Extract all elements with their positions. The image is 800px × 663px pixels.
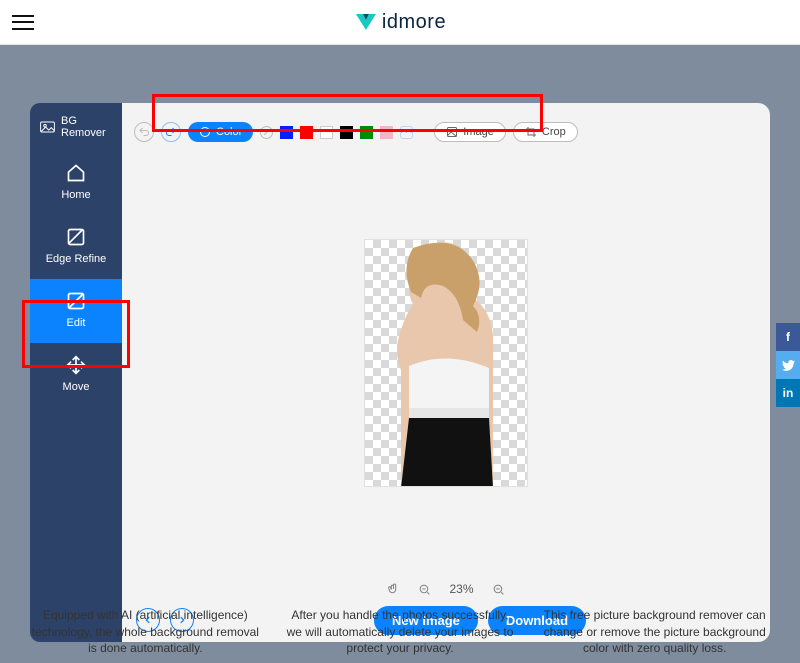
brand-text: idmore — [382, 11, 446, 34]
logo-mark-icon — [354, 12, 378, 32]
image-bg-button[interactable]: Image — [434, 122, 506, 142]
swatch-white[interactable] — [320, 126, 333, 139]
share-linkedin-button[interactable]: in — [776, 379, 800, 407]
social-share-column: f in — [776, 323, 800, 407]
image-bg-label: Image — [463, 126, 494, 138]
zoom-bar: 23% — [122, 579, 770, 599]
sidebar-title: BG Remover — [61, 115, 114, 139]
pan-hand-icon[interactable] — [387, 583, 400, 596]
color-button-label: Color — [216, 126, 242, 138]
swatch-green[interactable] — [360, 126, 373, 139]
redo-button[interactable] — [161, 122, 181, 142]
footer-col-1: Equipped with AI (artificial intelligenc… — [28, 607, 263, 656]
subject-person-placeholder — [365, 240, 528, 487]
crop-button[interactable]: Crop — [513, 122, 578, 142]
redo-icon — [165, 126, 177, 138]
sidebar-item-label: Edge Refine — [46, 253, 107, 265]
app-window: BG Remover Home Edge Refine Edit Move — [30, 103, 770, 642]
crop-icon — [525, 126, 537, 138]
image-icon — [446, 126, 458, 138]
image-preview[interactable] — [364, 239, 528, 487]
sidebar-item-edit[interactable]: Edit — [30, 279, 122, 343]
palette-icon — [199, 126, 211, 138]
footer-col-3: This free picture background remover can… — [537, 607, 772, 656]
share-twitter-button[interactable] — [776, 351, 800, 379]
sidebar-title-row: BG Remover — [30, 103, 122, 147]
edit-toolbar: Color ··· Image Crop — [122, 117, 770, 147]
menu-button[interactable] — [12, 15, 34, 30]
crop-label: Crop — [542, 126, 566, 138]
swatch-pink[interactable] — [380, 126, 393, 139]
brand-logo[interactable]: idmore — [354, 11, 446, 34]
canvas-area[interactable] — [122, 147, 770, 579]
sidebar: BG Remover Home Edge Refine Edit Move — [30, 103, 122, 642]
sidebar-item-home[interactable]: Home — [30, 151, 122, 215]
swatch-red[interactable] — [300, 126, 313, 139]
sidebar-item-edge-refine[interactable]: Edge Refine — [30, 215, 122, 279]
sidebar-nav: Home Edge Refine Edit Move — [30, 147, 122, 407]
footer-col-2: After you handle the photos successfully… — [283, 607, 518, 656]
zoom-out-icon[interactable] — [418, 583, 431, 596]
swatch-more[interactable]: ··· — [400, 126, 413, 139]
color-button[interactable]: Color — [188, 122, 253, 142]
sidebar-item-label: Edit — [67, 317, 86, 329]
twitter-icon — [782, 360, 795, 371]
page-stage: f in BG Remover Home — [0, 45, 800, 663]
undo-icon — [138, 126, 150, 138]
share-facebook-button[interactable]: f — [776, 323, 800, 351]
site-header: idmore — [0, 0, 800, 45]
canvas-panel: Color ··· Image Crop — [122, 103, 770, 642]
swatch-black[interactable] — [340, 126, 353, 139]
footer-texts: Equipped with AI (artificial intelligenc… — [0, 607, 800, 656]
swatch-transparent[interactable] — [260, 126, 273, 139]
edit-icon — [66, 291, 86, 311]
sidebar-item-label: Home — [61, 189, 90, 201]
move-icon — [66, 355, 86, 375]
bg-remover-icon — [40, 120, 55, 134]
home-icon — [66, 163, 86, 183]
sidebar-item-move[interactable]: Move — [30, 343, 122, 407]
sidebar-item-label: Move — [63, 381, 90, 393]
zoom-value: 23% — [449, 582, 473, 596]
swatch-blue[interactable] — [280, 126, 293, 139]
undo-button[interactable] — [134, 122, 154, 142]
zoom-in-icon[interactable] — [492, 583, 505, 596]
edgerefine-icon — [66, 227, 86, 247]
